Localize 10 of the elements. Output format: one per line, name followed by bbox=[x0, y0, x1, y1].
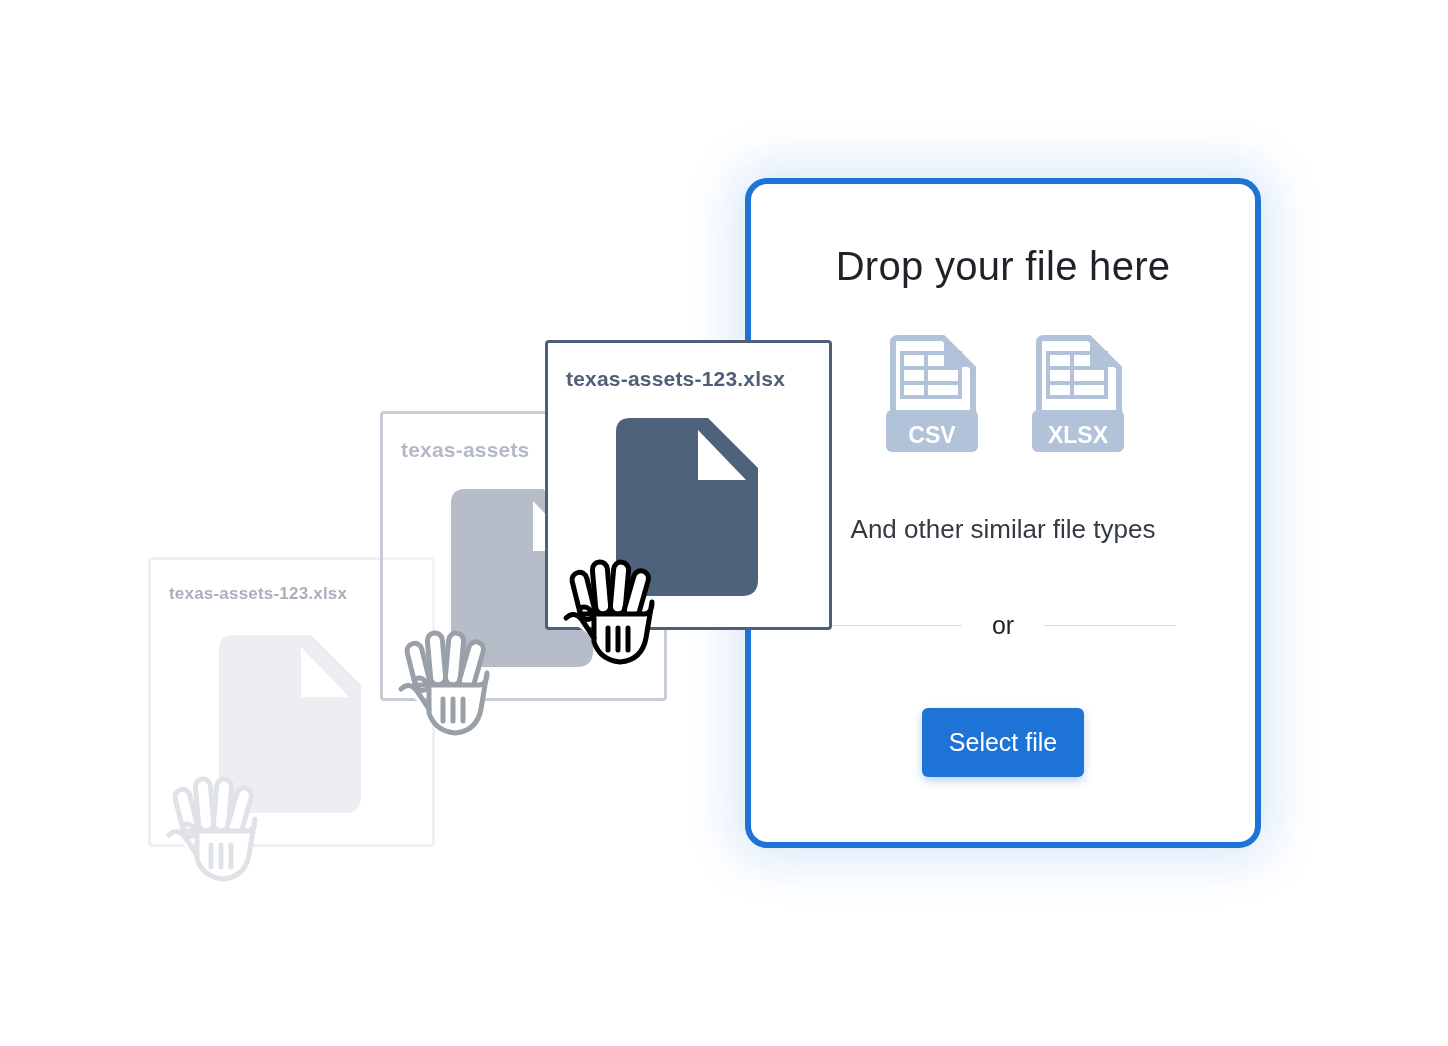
document-icon bbox=[219, 635, 361, 813]
select-file-button[interactable]: Select file bbox=[922, 708, 1084, 777]
file-type-label: XLSX bbox=[1032, 410, 1124, 452]
document-icon bbox=[616, 418, 758, 596]
file-name: texas-assets bbox=[401, 438, 530, 462]
file-type-label: CSV bbox=[886, 410, 978, 452]
file-types-note: And other similar file types bbox=[850, 514, 1156, 545]
separator-text: or bbox=[991, 611, 1015, 640]
file-name: texas-assets-123.xlsx bbox=[169, 584, 348, 604]
drop-zone-title: Drop your file here bbox=[835, 244, 1171, 289]
